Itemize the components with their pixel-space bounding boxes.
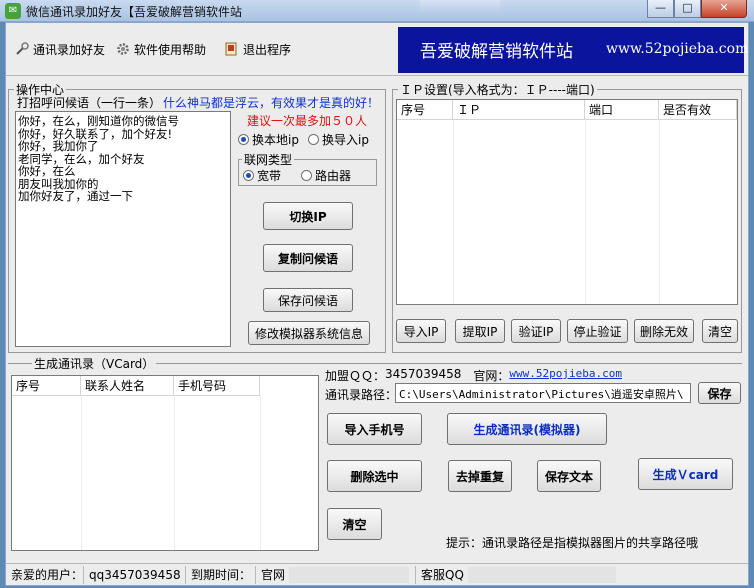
radio-import-ip-dot [308,134,319,145]
radio-router-dot [301,170,312,181]
slogan-text: 什么神马都是浮云，有效果才是真的好！ [163,96,380,110]
contact-list-gridline [174,396,175,550]
greeting-label: 打招呼问候语（一行一条） [17,96,162,110]
ip-list[interactable]: 序号 ＩＰ 端口 是否有效 [396,99,738,305]
path-label: 通讯录路径： [325,388,398,402]
save-text-button[interactable]: 保存文本 [537,460,601,492]
title-bar[interactable]: ✉ 微信通讯录加好友【吾爱破解营销软件站 — □ ✕ [0,0,754,22]
exit-icon [225,42,239,56]
clear-contacts-button[interactable]: 清空 [327,508,382,540]
radio-router[interactable]: 路由器 [301,167,351,184]
ip-col-port[interactable]: 端口 [585,100,659,120]
contact-list-header: 序号 联系人姓名 手机号码 [12,376,260,396]
toolbar-help[interactable]: 软件使用帮助 [116,40,206,58]
status-user-label: 亲爱的用户： [6,565,84,584]
verify-ip-button[interactable]: 验证IP [511,319,561,343]
stop-verify-button[interactable]: 停止验证 [567,319,628,343]
greeting-line: 你好，在么，刚知道你的微信号 [18,114,179,128]
save-path-button[interactable]: 保存 [698,382,741,404]
gen-vcard-button[interactable]: 生成Ｖcard [638,458,733,490]
site-link[interactable]: www.52pojieba.com [509,367,622,384]
contact-list[interactable]: 序号 联系人姓名 手机号码 [11,375,319,551]
path-input[interactable]: C:\Users\Administrator\Pictures\逍遥安卓照片\ [395,383,691,403]
banner-site-name: 吾爱破解营销软件站 [420,42,573,62]
vcard-legend: 生成通讯录（VCard） [32,355,157,372]
join-info: 加盟ＱＱ： 3457039458 官网： www.52pojieba.com [325,367,622,384]
path-input-value: C:\Users\Administrator\Pictures\逍遥安卓照片\ [399,388,684,401]
toolbar-add-friends[interactable]: 通讯录加好友 [15,40,105,58]
promo-banner[interactable]: 吾爱破解营销软件站 www.52pojieba.com [398,27,748,73]
radio-router-label: 路由器 [315,169,352,183]
switch-ip-button[interactable]: 切换IP [263,202,353,230]
site-label: 官网： [473,369,510,383]
import-ip-button[interactable]: 导入IP [396,319,446,343]
ip-list-header: 序号 ＩＰ 端口 是否有效 [397,100,737,120]
ip-col-valid[interactable]: 是否有效 [659,100,737,120]
gen-emulator-contacts-button[interactable]: 生成通讯录(模拟器) [447,413,607,445]
radio-broadband-label: 宽带 [257,169,282,183]
radio-broadband-dot [243,170,254,181]
radio-local-ip[interactable]: 换本地ip [238,131,299,148]
dedupe-button[interactable]: 去掉重复 [448,460,512,492]
status-site-label: 官网 [261,567,286,582]
maximize-button[interactable]: □ [674,0,701,18]
status-service-label: 客服QQ [421,567,464,582]
contact-col-index[interactable]: 序号 [12,376,81,396]
contact-col-name[interactable]: 联系人姓名 [81,376,174,396]
title-bar-tab [420,0,500,14]
radio-local-ip-dot [238,134,249,145]
delete-invalid-button[interactable]: 删除无效 [634,319,694,343]
greeting-lines: 你好，在么，刚知道你的微信号 你好，好久联系了，加个好友! 你好，我加你了 老同学，在… [16,112,230,206]
toolbar-separator [6,75,748,76]
net-type-legend: 联网类型 [242,151,295,168]
status-site-value-redacted [288,567,409,583]
contact-list-gridline [260,396,261,550]
delete-selected-button[interactable]: 删除选中 [327,460,422,492]
banner-site-url: www.52pojieba.com [606,41,749,57]
greeting-textarea[interactable]: 你好，在么，刚知道你的微信号 你好，好久联系了，加个好友! 你好，我加你了 老同学，在… [15,111,231,347]
wechat-app-icon: ✉ [5,3,21,19]
greeting-line: 加你好友了，通过一下 [18,189,133,203]
contact-list-gridline [81,396,82,550]
ip-list-gridline [659,120,660,304]
greeting-line: 你好，我加你了 [18,139,99,153]
main-window: 通讯录加好友 软件使用帮助 退出程序 吾爱破解营销软件站 www.52pojie… [5,22,749,586]
status-expire-label: 到期时间： [186,565,256,584]
radio-import-ip[interactable]: 换导入ip [308,131,369,148]
save-greeting-button[interactable]: 保存问候语 [263,288,353,312]
ip-list-gridline [585,120,586,304]
status-service: 客服QQ [416,566,616,584]
status-user-qq: qq3457039458 [84,565,186,584]
radio-broadband[interactable]: 宽带 [243,167,281,184]
tip-text: 建议一次最多加５０人 [247,114,368,128]
import-phone-button[interactable]: 导入手机号 [327,413,422,445]
status-site: 官网 [256,565,416,584]
minimize-button[interactable]: — [647,0,674,18]
greeting-line: 你好，在么 [18,164,76,178]
ip-col-index[interactable]: 序号 [397,100,453,120]
toolbar-exit[interactable]: 退出程序 [225,40,291,58]
status-service-value-redacted [467,567,616,583]
toolbar-help-label: 软件使用帮助 [134,42,207,57]
radio-local-ip-label: 换本地ip [252,133,299,147]
window-title: 微信通讯录加好友【吾爱破解营销软件站 [26,5,243,19]
ip-settings-legend: ＩＰ设置(导入格式为：ＩＰ----端口) [398,81,597,98]
hint-text: 提示：通讯录路径是指模拟器图片的共享路径哦 [446,536,699,550]
fetch-ip-button[interactable]: 提取IP [455,319,505,343]
ip-col-ip[interactable]: ＩＰ [453,100,585,120]
modify-emulator-button[interactable]: 修改模拟器系统信息 [248,321,370,345]
gear-icon [116,42,130,56]
radio-import-ip-label: 换导入ip [322,133,369,147]
join-qq-label: 加盟ＱＱ： [325,369,386,383]
clear-ip-button[interactable]: 清空 [702,319,738,343]
tools-icon [15,42,29,56]
contact-col-phone[interactable]: 手机号码 [174,376,260,396]
toolbar-add-friends-label: 通讯录加好友 [33,42,106,57]
toolbar-exit-label: 退出程序 [243,42,292,57]
copy-greeting-button[interactable]: 复制问候语 [263,244,353,272]
ip-list-gridline [453,120,454,304]
status-bar: 亲爱的用户： qq3457039458 到期时间： 官网 客服QQ [6,563,748,585]
close-button[interactable]: ✕ [701,0,747,18]
join-qq-value: 3457039458 [385,367,462,381]
